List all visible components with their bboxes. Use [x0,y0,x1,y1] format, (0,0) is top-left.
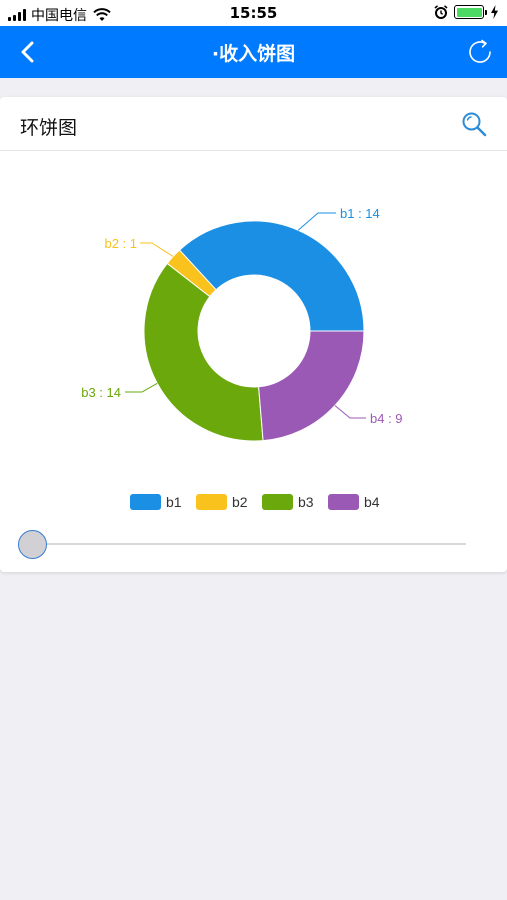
legend-label-b3[interactable]: b3 [298,494,314,510]
battery-level [456,7,482,17]
legend-label-b2[interactable]: b2 [232,494,248,510]
chart-legend: b1 b2 b3 b4 [130,494,380,510]
slider-track[interactable] [32,543,466,545]
refresh-icon[interactable] [465,37,495,67]
page-title: ·收入饼图 [211,43,296,65]
legend-label-b4[interactable]: b4 [364,494,380,510]
donut-slices [143,220,365,442]
data-label-b4: b4 : 9 [370,411,403,426]
legend-label-b1[interactable]: b1 [166,494,182,510]
slider[interactable] [18,529,466,559]
status-right [434,5,499,19]
charging-icon [491,5,498,19]
nav-bar: ·收入饼图 [0,26,507,78]
chart-card: 环饼图 b1 : 14 b2 : 1 b3 : 14 b4 : 9 b1 b2 b3 b4 [0,97,507,572]
legend-swatch-b2[interactable] [196,494,227,510]
search-icon[interactable] [461,111,487,137]
donut-slice-b1[interactable] [178,220,365,332]
slider-thumb[interactable] [18,530,47,559]
legend-swatch-b3[interactable] [262,494,293,510]
legend-swatch-b1[interactable] [130,494,161,510]
donut-chart: b1 : 14 b2 : 1 b3 : 14 b4 : 9 b1 b2 b3 b4 [81,206,403,510]
leader-line-b1 [297,212,336,231]
card-header: 环饼图 [0,97,507,151]
donut-slice-b4[interactable] [258,330,365,442]
data-label-b3: b3 : 14 [81,385,121,400]
data-label-b2: b2 : 1 [104,236,137,251]
card-title: 环饼图 [20,117,78,139]
leader-line-b3 [125,382,158,393]
data-label-b1: b1 : 14 [340,206,380,221]
leader-line-b2 [140,242,174,257]
alarm-icon [434,5,448,19]
status-time: 15:55 [229,4,278,22]
battery-icon [454,5,487,19]
status-bar: 中国电信 15:55 [0,0,507,26]
leader-line-b4 [334,405,366,419]
legend-swatch-b4[interactable] [328,494,359,510]
